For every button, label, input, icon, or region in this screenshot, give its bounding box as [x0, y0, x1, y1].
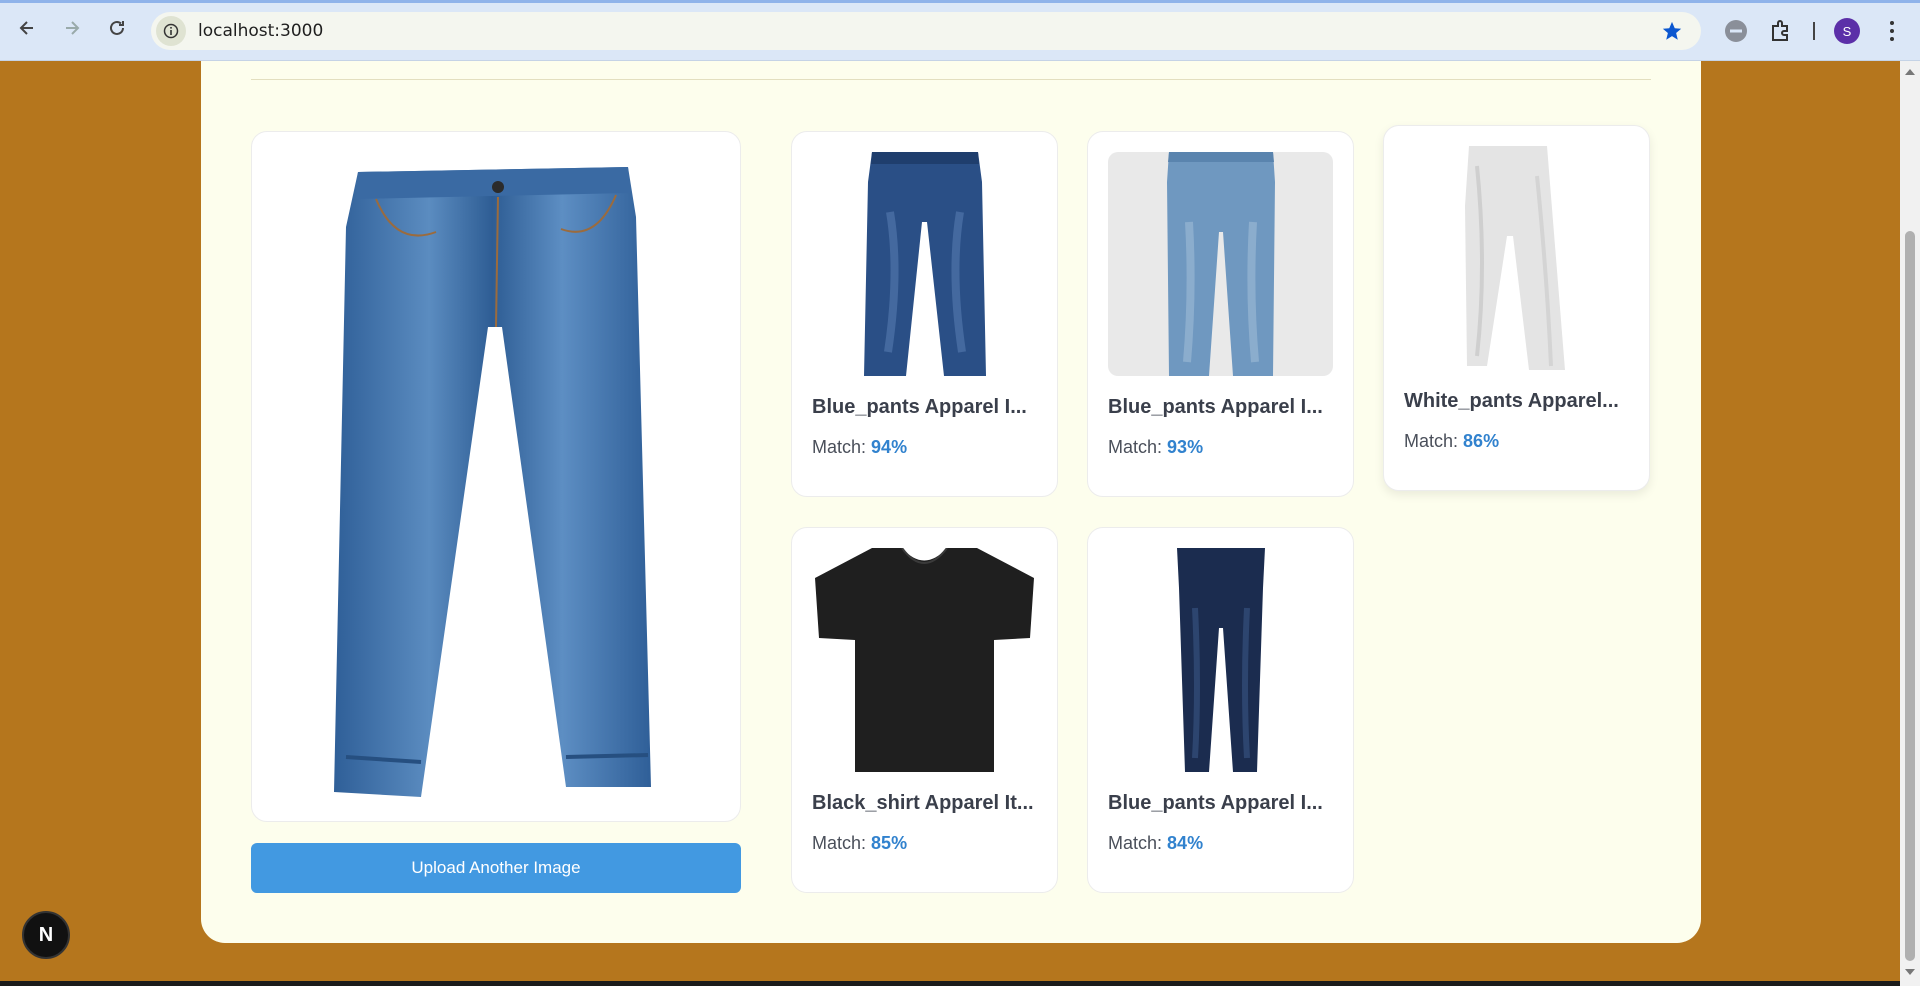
more-menu-icon[interactable]: [1882, 18, 1902, 44]
forward-button[interactable]: [58, 14, 86, 42]
taskbar-edge: [0, 981, 1900, 986]
dark-blue-jeans-image: [863, 152, 986, 376]
match-score: Match: 93%: [1108, 437, 1204, 457]
match-percent: 85%: [871, 833, 908, 853]
white-pants-image: [1464, 146, 1565, 370]
match-percent: 93%: [1167, 437, 1204, 457]
match-percent: 94%: [871, 437, 908, 457]
extensions-puzzle-icon[interactable]: [1768, 18, 1794, 44]
result-title: Blue_pants Apparel I...: [1108, 396, 1323, 418]
back-button[interactable]: [13, 14, 41, 42]
result-thumbnail: [812, 548, 1037, 772]
match-score: Match: 85%: [812, 833, 908, 853]
light-blue-jeans-image: [1166, 152, 1275, 376]
site-info-icon[interactable]: [156, 16, 186, 46]
nextjs-dev-badge[interactable]: N: [22, 911, 70, 959]
scrollbar-thumb[interactable]: [1905, 231, 1915, 961]
result-card[interactable]: Blue_pants Apparel I... Match: 94%: [791, 131, 1058, 497]
uploaded-jeans-image: [334, 166, 651, 797]
result-thumbnail: [1108, 152, 1333, 376]
result-card[interactable]: Blue_pants Apparel I... Match: 93%: [1087, 131, 1354, 497]
upload-another-image-button[interactable]: Upload Another Image: [251, 843, 741, 893]
arrow-left-icon: [19, 21, 33, 35]
match-percent: 86%: [1463, 431, 1500, 451]
result-title: Blue_pants Apparel I...: [1108, 792, 1323, 814]
toolbar-separator: [1813, 22, 1815, 40]
result-card[interactable]: White_pants Apparel... Match: 86%: [1383, 125, 1650, 491]
result-title: Blue_pants Apparel I...: [812, 396, 1027, 418]
result-thumbnail: [1108, 548, 1333, 772]
scroll-up-arrow-icon[interactable]: [1905, 69, 1915, 75]
result-card[interactable]: Black_shirt Apparel It... Match: 85%: [791, 527, 1058, 893]
tab-strip: [0, 0, 1920, 3]
browser-toolbar: localhost:3000 S: [0, 0, 1920, 61]
section-divider: [251, 79, 1651, 80]
scroll-down-arrow-icon[interactable]: [1905, 969, 1915, 975]
url-text[interactable]: localhost:3000: [198, 21, 323, 41]
extension-grayscale-icon[interactable]: [1723, 18, 1749, 44]
results-panel: Upload Another Image Blue_pants Apparel …: [201, 61, 1701, 943]
reload-button[interactable]: [103, 14, 131, 42]
reload-icon: [110, 20, 124, 35]
result-thumbnail: [1404, 146, 1629, 370]
result-thumbnail: [812, 152, 1037, 376]
match-score: Match: 84%: [1108, 833, 1204, 853]
black-tshirt-image: [815, 548, 1034, 772]
bookmark-star-icon[interactable]: [1661, 20, 1683, 42]
uploaded-image-card: [251, 131, 741, 822]
match-score: Match: 86%: [1404, 431, 1500, 451]
page-scrollbar[interactable]: [1900, 61, 1920, 986]
match-score: Match: 94%: [812, 437, 908, 457]
arrow-right-icon: [66, 21, 80, 35]
profile-avatar[interactable]: S: [1834, 18, 1860, 44]
match-percent: 84%: [1167, 833, 1204, 853]
result-title: Black_shirt Apparel It...: [812, 792, 1034, 814]
result-card[interactable]: Blue_pants Apparel I... Match: 84%: [1087, 527, 1354, 893]
address-bar[interactable]: localhost:3000: [151, 12, 1701, 50]
navy-skinny-jeans-image: [1176, 548, 1265, 772]
result-title: White_pants Apparel...: [1404, 390, 1619, 412]
